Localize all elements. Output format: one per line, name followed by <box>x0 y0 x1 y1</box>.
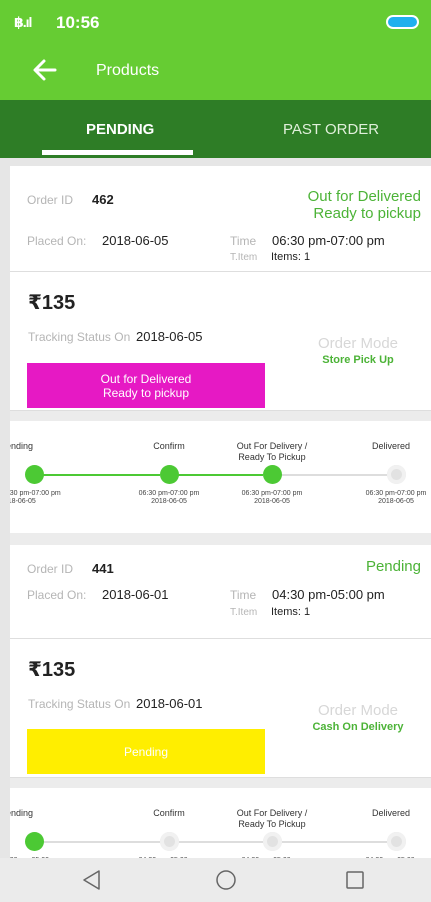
total-item-value: Items: 1 <box>271 251 311 263</box>
tracking-date: 2018-06-01 <box>136 696 203 711</box>
placed-on-value: 2018-06-01 <box>102 587 169 602</box>
battery-icon <box>386 15 419 29</box>
order-header: Order ID 441 Pending Placed On: 2018-06-… <box>10 545 431 639</box>
system-nav-bar <box>0 858 431 902</box>
step-timestamp: 06:30 pm-07:00 pm2018-06-05 <box>241 490 303 505</box>
home-circle-icon[interactable] <box>214 868 238 892</box>
page-title: Products <box>96 62 160 79</box>
step-complete-icon <box>262 465 282 484</box>
step-timestamp: 06:30 pm-07:00 pm2018-06-05 <box>10 490 61 505</box>
tab-pending[interactable]: PENDING <box>86 121 154 138</box>
tracking-date: 2018-06-05 <box>136 329 203 344</box>
progress-line <box>43 473 160 476</box>
status-box: Pending <box>27 729 265 774</box>
order-price: ₹135 <box>28 659 76 681</box>
tab-indicator <box>42 150 193 155</box>
progress-line <box>43 840 160 843</box>
status-box: Out for Delivered Ready to pickup <box>27 363 265 408</box>
progress-line <box>178 840 263 843</box>
progress-line <box>281 473 387 476</box>
step-label: Confirm <box>153 808 185 818</box>
signal-icon: ฿.ıl <box>14 14 32 30</box>
step-timestamp: 06:30 pm-07:00 pm2018-06-05 <box>138 490 200 505</box>
placed-on-label: Placed On: <box>27 588 87 602</box>
step-label: Confirm <box>153 441 185 451</box>
back-arrow-icon[interactable] <box>32 56 58 84</box>
status-time: 10:56 <box>56 13 100 32</box>
order-body: ₹135 Tracking Status On 2018-06-01 Order… <box>10 639 431 778</box>
step-label: Out For Delivery / Ready To Pickup <box>236 808 308 829</box>
step-label: Pending <box>10 808 34 818</box>
step-complete-icon <box>159 465 179 484</box>
order-price: ₹135 <box>28 292 76 314</box>
step-complete-icon <box>24 465 44 484</box>
tab-past-order[interactable]: PAST ORDER <box>283 121 379 138</box>
order-tracker: Pending04:30 pm-05:00 pmConfirm04:30 pm-… <box>10 788 431 858</box>
total-item-label: T.Item <box>230 607 258 618</box>
order-card[interactable]: Order ID 441 Pending Placed On: 2018-06-… <box>10 545 431 858</box>
order-card[interactable]: Order ID 462 Out for Delivered Ready to … <box>10 166 431 533</box>
step-pending-icon <box>159 832 179 851</box>
step-label: Out For Delivery / Ready To Pickup <box>236 441 308 462</box>
progress-line <box>178 473 263 476</box>
step-timestamp: 06:30 pm-07:00 pm2018-06-05 <box>365 490 427 505</box>
orders-list[interactable]: Order ID 462 Out for Delivered Ready to … <box>10 166 431 858</box>
step-label: Delivered <box>371 808 411 818</box>
time-value: 04:30 pm-05:00 pm <box>272 587 385 602</box>
tracking-label: Tracking Status On <box>28 697 131 711</box>
tracking-label: Tracking Status On <box>28 330 131 344</box>
time-label: Time <box>230 234 257 248</box>
order-mode-label: Order Mode <box>317 335 399 352</box>
step-label: Pending <box>10 441 34 451</box>
time-label: Time <box>230 588 257 602</box>
app-bar: Products <box>0 46 431 100</box>
time-value: 06:30 pm-07:00 pm <box>272 233 385 248</box>
order-header: Order ID 462 Out for Delivered Ready to … <box>10 166 431 272</box>
order-mode-value: Store Pick Up <box>322 354 394 366</box>
order-status: Pending <box>365 558 421 575</box>
step-pending-icon <box>386 465 406 484</box>
step-pending-icon <box>262 832 282 851</box>
order-mode-value: Cash On Delivery <box>312 721 404 733</box>
placed-on-label: Placed On: <box>27 234 87 248</box>
order-id-value: 441 <box>92 561 114 576</box>
step-label: Delivered <box>371 441 411 451</box>
total-item-label: T.Item <box>230 252 258 263</box>
status-bar: ฿.ıl 10:56 <box>0 0 431 46</box>
order-id-label: Order ID <box>27 193 74 207</box>
order-id-value: 462 <box>92 192 114 207</box>
recents-square-icon[interactable] <box>343 868 367 892</box>
order-status: Out for Delivered Ready to pickup <box>307 188 421 222</box>
placed-on-value: 2018-06-05 <box>102 233 169 248</box>
progress-line <box>281 840 387 843</box>
order-id-label: Order ID <box>27 562 74 576</box>
total-item-value: Items: 1 <box>271 606 311 618</box>
order-tracker: Pending 06:30 pm-07:00 pm2018-06-05 Confir… <box>10 421 431 533</box>
step-complete-icon <box>24 832 44 851</box>
step-pending-icon <box>386 832 406 851</box>
order-body: ₹135 Tracking Status On 2018-06-05 Order… <box>10 272 431 411</box>
back-triangle-icon[interactable] <box>80 868 104 892</box>
order-mode-label: Order Mode <box>317 702 399 719</box>
